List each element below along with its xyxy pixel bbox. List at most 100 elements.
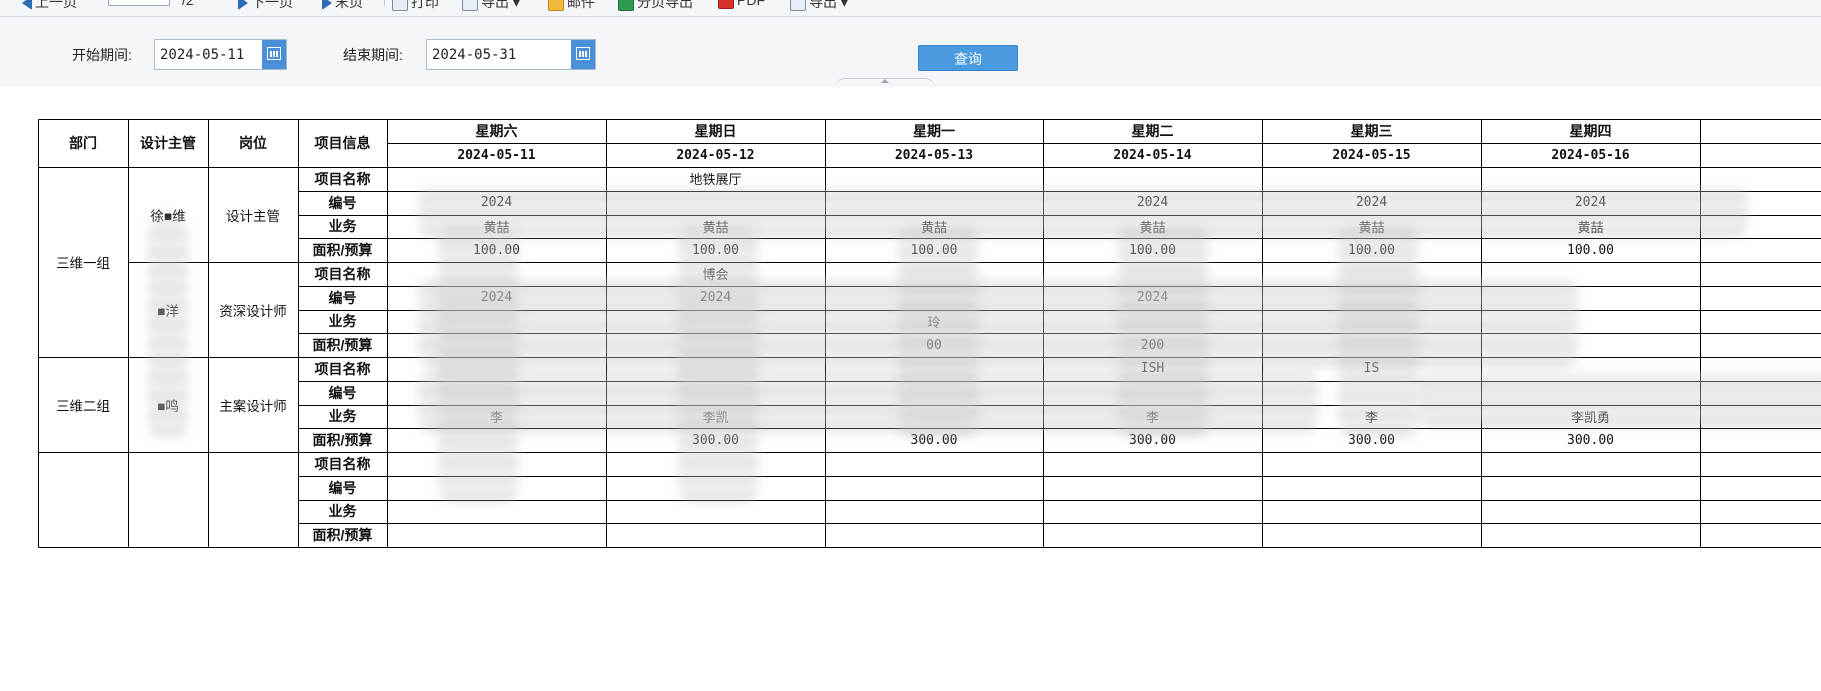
- schedule-value-cell: ISH: [1140, 361, 1165, 377]
- position-cell: 设计主管: [226, 208, 280, 224]
- field-label: 编号: [328, 479, 357, 496]
- schedule-value-cell: [825, 523, 1043, 547]
- schedule-value-cell: [1481, 452, 1700, 476]
- export-button[interactable]: 导出 ▾: [462, 0, 520, 12]
- excel-export-button[interactable]: 分页导出: [618, 0, 693, 12]
- schedule-value-cell: [1481, 357, 1700, 381]
- schedule-value-cell: [387, 262, 606, 286]
- schedule-value-cell: [606, 452, 825, 476]
- schedule-value-cell: [387, 500, 606, 524]
- schedule-value-cell: [387, 357, 606, 381]
- schedule-value-cell: 黄喆: [1577, 220, 1604, 236]
- export-icon: [462, 0, 478, 12]
- schedule-value-cell: [1043, 476, 1262, 500]
- start-date-field[interactable]: 2024-05-11: [154, 39, 287, 70]
- prev-arrow-icon: [22, 0, 32, 11]
- day-header-weekday: 星期四: [1569, 123, 1612, 139]
- schedule-value-cell: [1262, 452, 1481, 476]
- schedule-value-cell: [825, 167, 1043, 191]
- dept-cell: 三维一组: [56, 256, 110, 271]
- day-header-weekday: 星期二: [1131, 123, 1174, 139]
- schedule-value-cell: 100.00: [1348, 242, 1395, 258]
- schedule-value-cell: 李凯勇: [1570, 410, 1610, 426]
- schedule-value-cell: 李: [1364, 410, 1378, 426]
- schedule-value-cell: [606, 500, 825, 524]
- printer-icon: [392, 0, 408, 12]
- schedule-value-cell: [387, 452, 606, 476]
- schedule-value-cell: [1262, 333, 1481, 357]
- schedule-value-cell: [825, 357, 1043, 381]
- report-toolbar: 上一页 1 /2 下一页 末页 打印 导出 ▾ 邮件 分页导出 PDF 导出 ▾: [0, 0, 1821, 17]
- field-label: 项目名称: [314, 170, 371, 187]
- start-date-value: 2024-05-11: [160, 47, 245, 63]
- field-label: 业务: [328, 408, 357, 425]
- schedule-value-cell: 300.00: [1567, 432, 1614, 448]
- schedule-value-cell: 100.00: [1129, 242, 1176, 258]
- header-position: 岗位: [239, 135, 267, 151]
- schedule-value-cell: 300.00: [1129, 432, 1176, 448]
- schedule-value-cell: 100.00: [692, 242, 739, 258]
- toolbar-divider: [384, 0, 385, 6]
- collapse-filter-handle[interactable]: [835, 78, 935, 87]
- prev-page-button[interactable]: 上一页: [22, 0, 77, 12]
- email-button[interactable]: 邮件: [548, 0, 595, 12]
- schedule-value-cell: [1043, 310, 1262, 334]
- header-supervisor: 设计主管: [140, 135, 196, 151]
- supervisor-cell: 徐■维: [150, 208, 186, 224]
- day-header-weekday: 星期六: [475, 123, 518, 139]
- schedule-value-cell: [1481, 381, 1700, 405]
- supervisor-cell: ■鸣: [157, 398, 179, 414]
- schedule-value-cell: 2024: [480, 290, 513, 306]
- schedule-value-cell: 100.00: [473, 242, 520, 258]
- schedule-value-cell: [825, 405, 1043, 429]
- schedule-value-cell: 100.00: [1567, 242, 1614, 258]
- field-label: 面积/预算: [312, 432, 373, 449]
- end-date-field[interactable]: 2024-05-31: [426, 39, 596, 70]
- day-header-date: 2024-05-14: [1113, 147, 1192, 163]
- mail-icon: [548, 0, 564, 12]
- schedule-value-cell: [1262, 262, 1481, 286]
- schedule-value-cell: IS: [1363, 361, 1380, 377]
- schedule-value-cell: 200: [1140, 337, 1165, 353]
- schedule-value-cell: [1481, 286, 1700, 310]
- schedule-value-cell: [387, 428, 606, 452]
- excel-icon: [618, 0, 634, 12]
- day-header-date: 2024-05-11: [457, 147, 536, 163]
- schedule-value-cell: [825, 452, 1043, 476]
- schedule-value-cell: 2024: [480, 195, 513, 211]
- schedule-value-cell: 黄喆: [1358, 220, 1385, 236]
- pdf-icon: [718, 0, 734, 10]
- next-page-button[interactable]: 下一页: [238, 0, 293, 12]
- pdf-button[interactable]: PDF: [718, 0, 765, 10]
- schedule-value-cell: [1481, 333, 1700, 357]
- query-button[interactable]: 查询: [918, 45, 1018, 71]
- position-cell: 资深设计师: [219, 303, 287, 319]
- last-page-button[interactable]: 末页: [322, 0, 363, 12]
- print-button[interactable]: 打印: [392, 0, 439, 12]
- schedule-value-cell: [1043, 262, 1262, 286]
- field-label: 编号: [328, 194, 357, 211]
- end-date-value: 2024-05-31: [432, 47, 517, 63]
- field-label: 面积/预算: [312, 242, 373, 259]
- schedule-value-cell: [606, 357, 825, 381]
- page-number-input[interactable]: 1: [108, 0, 170, 6]
- dept-cell: 三维二组: [56, 398, 110, 414]
- field-label: 编号: [328, 289, 357, 306]
- calendar-icon[interactable]: [262, 40, 286, 69]
- day-header-weekday: 星期一: [913, 123, 955, 139]
- day-header-weekday: 星期三: [1350, 123, 1393, 139]
- schedule-value-cell: [1262, 500, 1481, 524]
- schedule-value-cell: [1262, 381, 1481, 405]
- schedule-value-cell: [1481, 500, 1700, 524]
- schedule-value-cell: 玲: [927, 315, 941, 331]
- schedule-value-cell: [825, 381, 1043, 405]
- export2-button[interactable]: 导出 ▾: [790, 0, 848, 12]
- last-page-icon: [322, 0, 332, 11]
- field-label: 面积/预算: [312, 527, 373, 544]
- schedule-value-cell: [606, 191, 825, 215]
- schedule-table: 部门 设计主管 岗位 项目信息 星期六 2024-05-11 星期日 2024-05-12 星期…: [38, 119, 1821, 548]
- schedule-value-cell: 李凯: [702, 410, 729, 426]
- schedule-value-cell: [606, 476, 825, 500]
- schedule-value-cell: 黄喆: [483, 220, 510, 236]
- calendar-icon[interactable]: [571, 40, 595, 69]
